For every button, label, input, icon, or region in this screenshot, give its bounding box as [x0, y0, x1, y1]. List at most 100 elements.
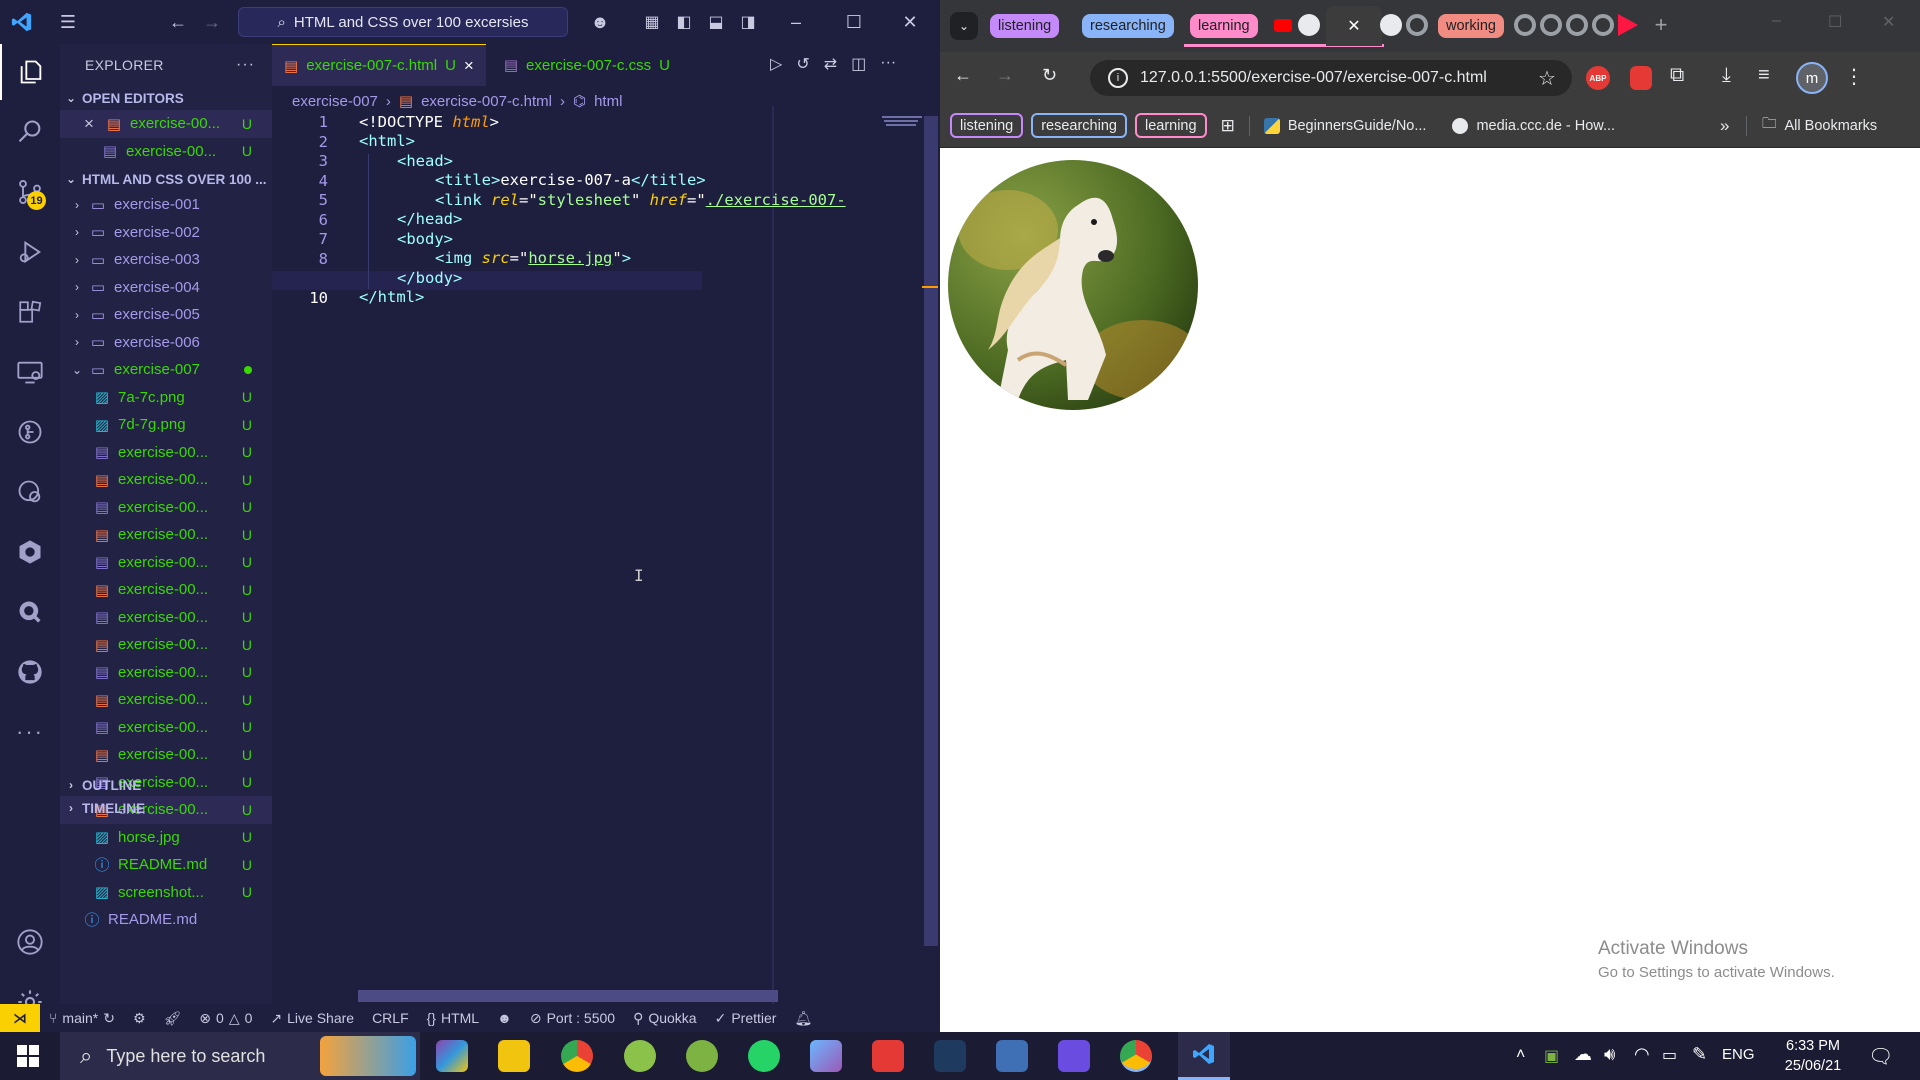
green-app-icon[interactable]	[686, 1040, 718, 1072]
obsidian-icon[interactable]	[1058, 1040, 1090, 1072]
maximize-button[interactable]: ☐	[836, 4, 872, 40]
copilot-icon[interactable]: ☻	[582, 4, 618, 40]
file-item[interactable]: ▤ exercise-00... U	[60, 686, 272, 714]
file-explorer-icon[interactable]	[498, 1040, 530, 1072]
github-icon[interactable]	[0, 644, 60, 700]
file-item[interactable]: ▤ exercise-00... U	[60, 741, 272, 769]
minimize-button[interactable]: –	[778, 4, 814, 40]
menu-icon[interactable]: ☰	[50, 4, 86, 40]
breadcrumb-file[interactable]: exercise-007-c.html	[421, 93, 552, 110]
all-bookmarks-button[interactable]: 🗀︎ All Bookmarks	[1762, 113, 1877, 138]
onedrive-icon[interactable]: ☁	[1574, 1044, 1592, 1065]
folder-item[interactable]: › ▭ exercise-006	[60, 329, 272, 357]
run-debug-icon[interactable]	[0, 224, 60, 280]
live-server-port[interactable]: ⊘ Port : 5500	[521, 1010, 624, 1027]
live-share-button[interactable]: ↗ Live Share	[261, 1010, 363, 1027]
remote-indicator-icon[interactable]: ⋊	[0, 1004, 40, 1032]
forward-arrow-icon[interactable]: →	[996, 65, 1014, 86]
github-tab-icon[interactable]	[1380, 14, 1402, 36]
tray-app-icon[interactable]: ▣	[1544, 1046, 1559, 1066]
remote-desktop-icon[interactable]	[996, 1040, 1028, 1072]
adblock-plus-icon[interactable]: ABP	[1586, 66, 1610, 90]
address-bar[interactable]: i 127.0.0.1:5500/exercise-007/exercise-0…	[1090, 60, 1572, 96]
folder-item[interactable]: › ▭ exercise-005	[60, 301, 272, 329]
breadcrumb-symbol[interactable]: html	[594, 93, 622, 110]
prettier-status[interactable]: ✓ Prettier	[706, 1010, 786, 1027]
tab-exercise-007-c-html[interactable]: ▤ exercise-007-c.html U ×	[272, 44, 486, 86]
active-tab-close-icon[interactable]: ✕	[1326, 6, 1382, 46]
copilot-status-icon[interactable]: ☻	[488, 1010, 521, 1026]
profile-avatar[interactable]: m	[1796, 62, 1828, 94]
file-item[interactable]: ▤ exercise-00... U	[60, 604, 272, 632]
download-icon[interactable]: ⤓	[1722, 64, 1731, 87]
bookmark-group-listening[interactable]: listening	[950, 113, 1024, 138]
gitlens-icon[interactable]	[0, 404, 60, 460]
gitlens-inspect-icon[interactable]	[0, 464, 60, 520]
quokka-status[interactable]: ⚲ Quokka	[624, 1010, 706, 1027]
taskbar-search-box[interactable]: ⌕ Type here to search	[60, 1032, 420, 1080]
bookmark-group-learning[interactable]: learning	[1134, 113, 1207, 138]
file-item[interactable]: ▤ exercise-00... U	[60, 659, 272, 687]
chrome-tab-icon[interactable]	[1540, 14, 1562, 36]
tab-group-working[interactable]: working	[1438, 14, 1504, 38]
anydesk-icon[interactable]	[872, 1040, 904, 1072]
toggle-secondary-sidebar-icon[interactable]: ◨	[730, 4, 766, 40]
eol-indicator[interactable]: CRLF	[363, 1010, 418, 1026]
explorer-icon[interactable]	[0, 44, 60, 100]
file-item[interactable]: ▨ 7a-7c.png U	[60, 384, 272, 412]
tab-exercise-007-c-css[interactable]: ▤ exercise-007-c.css U	[486, 44, 682, 86]
horizontal-scrollbar[interactable]	[358, 990, 778, 1002]
kubernetes-icon[interactable]	[0, 524, 60, 580]
project-section[interactable]: ⌄ HTML AND CSS OVER 100 ...	[60, 167, 272, 191]
open-editor-item[interactable]: × ▤ exercise-00... U	[60, 110, 272, 138]
file-item[interactable]: ▤ exercise-00... U	[60, 631, 272, 659]
more-bookmarks-icon[interactable]: »	[1720, 116, 1729, 136]
folder-item[interactable]: › ▭ exercise-001	[60, 191, 272, 219]
source-control-icon[interactable]: 19	[0, 164, 60, 220]
vertical-scrollbar[interactable]	[924, 116, 938, 946]
tab-group-listening[interactable]: listening	[990, 14, 1060, 38]
tab-search-icon[interactable]: ⌄	[950, 12, 978, 40]
file-item[interactable]: ▨ horse.jpg U	[60, 824, 272, 852]
notification-center-icon[interactable]: 🗨︎	[1868, 1044, 1893, 1069]
forward-arrow-icon[interactable]: →	[194, 4, 230, 40]
system-clock[interactable]: 6:33 PM 25/06/21	[1768, 1036, 1858, 1076]
folder-item[interactable]: › ▭ exercise-002	[60, 219, 272, 247]
close-editor-icon[interactable]: ×	[84, 114, 102, 134]
command-center-search[interactable]: ⌕ HTML and CSS over 100 excersies	[238, 7, 568, 37]
file-item[interactable]: ⓘ README.md U	[60, 851, 272, 879]
app-icon[interactable]	[934, 1040, 966, 1072]
tab-group-learning[interactable]: learning	[1190, 14, 1258, 38]
whatsapp-icon[interactable]	[748, 1040, 780, 1072]
extensions-puzzle-icon[interactable]: ⧉	[1670, 64, 1684, 87]
back-arrow-icon[interactable]: ←	[954, 65, 972, 86]
bookmark-item-media-ccc[interactable]: media.ccc.de - How...	[1452, 117, 1615, 134]
windows-start-icon[interactable]	[16, 1044, 40, 1068]
explorer-more-icon[interactable]: ···	[236, 56, 255, 74]
android-app-icon[interactable]	[624, 1040, 656, 1072]
youtube-tab-icon[interactable]	[1272, 14, 1294, 36]
show-hidden-icons-icon[interactable]: ˄	[1516, 1046, 1525, 1064]
chrome-tab-icon[interactable]	[1566, 14, 1588, 36]
gitlens-status-icon[interactable]: ⚙	[124, 1010, 155, 1027]
open-editor-item[interactable]: ▤ exercise-00... U	[60, 138, 272, 166]
file-item[interactable]: ▤ exercise-00... U	[60, 714, 272, 742]
search-icon[interactable]	[0, 104, 60, 160]
quokka-icon[interactable]	[0, 584, 60, 640]
chrome-tab-icon[interactable]	[1592, 14, 1614, 36]
apps-grid-icon[interactable]: ⊞	[1221, 116, 1235, 136]
deploy-icon[interactable]: 🚀︎	[155, 1010, 191, 1027]
copilot-app-icon[interactable]	[436, 1040, 468, 1072]
remote-explorer-icon[interactable]	[0, 344, 60, 400]
more-actions-icon[interactable]: ···	[880, 54, 896, 74]
minimize-button[interactable]: –	[1772, 12, 1781, 30]
accounts-icon[interactable]	[0, 914, 60, 970]
volume-icon[interactable]: 🔊︎	[1604, 1044, 1615, 1065]
vscode-taskbar-icon[interactable]	[1178, 1032, 1230, 1080]
battery-icon[interactable]: ▭	[1662, 1045, 1677, 1065]
code-editor[interactable]: 12345678910 <!DOCTYPE html> <html> <head…	[272, 106, 940, 1006]
language-indicator[interactable]: ENG	[1722, 1046, 1755, 1063]
bookmark-group-researching[interactable]: researching	[1031, 113, 1127, 138]
minimap[interactable]	[870, 116, 930, 146]
chrome-tab-icon[interactable]	[1406, 14, 1428, 36]
